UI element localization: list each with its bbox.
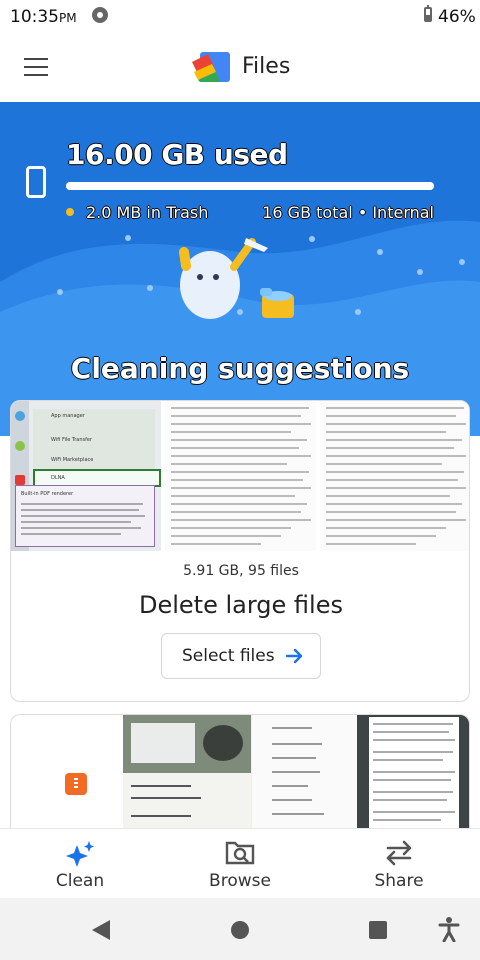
app-title: Files <box>242 54 291 79</box>
photos-suggestion-card[interactable] <box>10 714 470 844</box>
thumb-line-pdf-renderer: Built-in PDF renderer <box>21 491 74 497</box>
files-logo-icon <box>192 52 230 82</box>
trash-dot-icon <box>66 208 74 216</box>
storage-used: 16.00 GB used <box>66 138 288 171</box>
thumbnail-label-photo <box>123 715 251 835</box>
status-time: 10:35PM <box>10 7 77 27</box>
home-icon[interactable] <box>231 921 249 939</box>
back-icon[interactable] <box>92 920 110 940</box>
nav-share-label: Share <box>374 871 424 891</box>
battery-icon <box>424 5 432 22</box>
thumb-line-wifi-file-transfer: Wifi File Transfer <box>51 437 93 443</box>
thumb-line-wifi-marketplace: WiFi Marketplace <box>51 457 94 463</box>
nav-clean-label: Clean <box>55 871 105 891</box>
accessibility-icon[interactable] <box>438 916 460 942</box>
large-files-size-info: 5.91 GB, 95 files <box>183 563 299 579</box>
cleaning-suggestions-title: Cleaning suggestions <box>70 352 410 385</box>
nav-browse[interactable]: Browse <box>180 839 300 891</box>
large-files-title: Delete large files <box>139 591 343 619</box>
select-files-label: Select files <box>182 646 275 666</box>
storage-progress-fill <box>66 182 434 190</box>
sparkle-icon <box>66 841 94 867</box>
bottom-navigation: Clean Browse Share <box>0 828 480 898</box>
settings-notification-icon <box>92 7 108 23</box>
thumbnail-menu-screenshot <box>251 715 369 835</box>
thumbnail-settings-screenshot: App manager Wifi File Transfer WiFi Mark… <box>11 401 161 551</box>
nav-clean[interactable]: Clean <box>20 839 140 891</box>
app-icon <box>65 773 87 795</box>
arrow-right-icon <box>286 648 303 664</box>
select-files-button[interactable]: Select files <box>161 633 321 679</box>
thumbnail-document-photo <box>357 715 469 835</box>
trash-size: 2.0 MB in Trash <box>86 203 209 222</box>
battery-level <box>426 14 430 20</box>
app-bar: Files <box>0 34 480 102</box>
thumbnail-binary-file-1 <box>165 401 316 551</box>
phone-storage-icon <box>26 166 46 198</box>
large-files-card[interactable]: App manager Wifi File Transfer WiFi Mark… <box>10 400 470 702</box>
recent-apps-icon[interactable] <box>369 921 387 939</box>
thumb-line-dlna: DLNA <box>51 475 65 481</box>
browse-icon <box>225 841 255 865</box>
thumbnail-binary-file-2 <box>320 401 469 551</box>
status-ampm: PM <box>59 11 77 25</box>
system-navigation-bar <box>0 898 480 960</box>
nav-browse-label: Browse <box>209 871 271 891</box>
storage-progress-bar <box>66 182 434 190</box>
battery-percent: 46% <box>438 7 476 27</box>
thumb-line-app-manager: App manager <box>51 413 85 419</box>
hamburger-menu-icon[interactable] <box>24 58 48 76</box>
status-bar: 10:35PM 46% <box>0 0 480 34</box>
nav-share[interactable]: Share <box>339 839 459 891</box>
storage-header: 16.00 GB used 2.0 MB in Trash 16 GB tota… <box>0 102 480 436</box>
large-files-thumbnails: App manager Wifi File Transfer WiFi Mark… <box>11 401 469 551</box>
storage-total: 16 GB total • Internal <box>262 203 434 222</box>
share-arrows-icon <box>386 840 412 866</box>
